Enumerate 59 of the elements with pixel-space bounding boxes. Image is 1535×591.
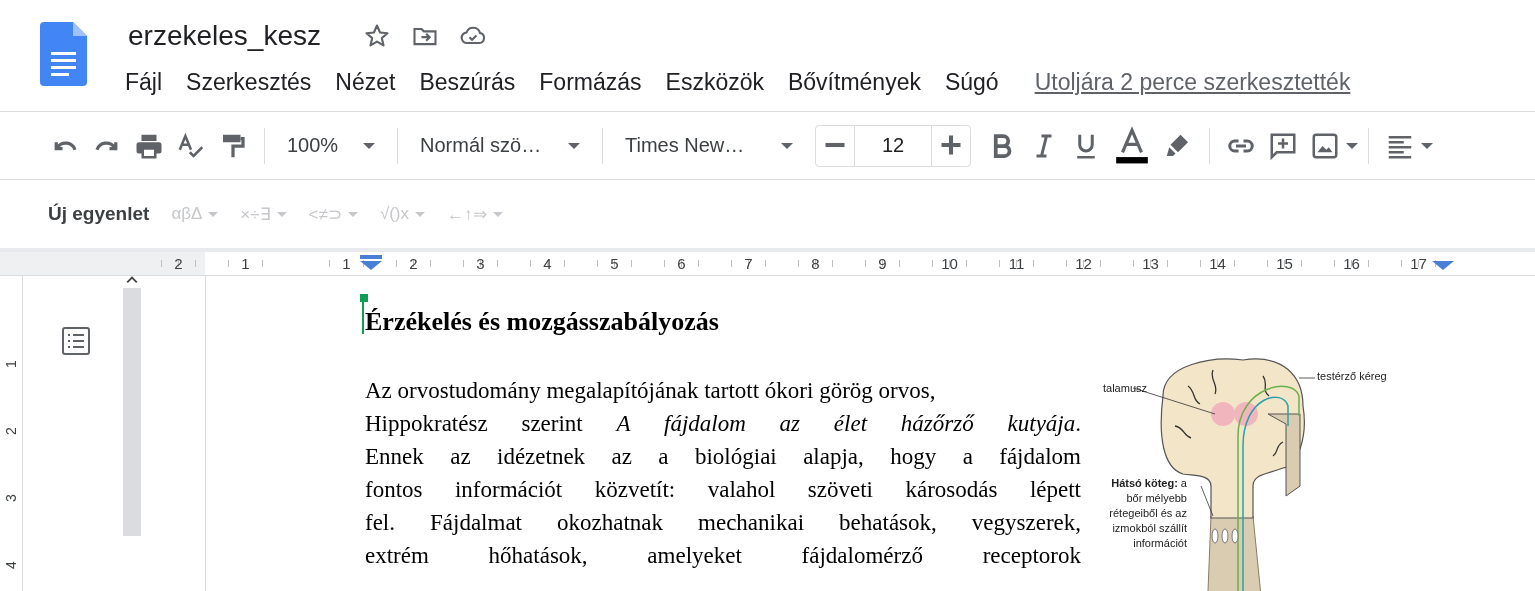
ruler-number: 1 xyxy=(2,360,20,368)
new-equation-button[interactable]: Új egyenlet xyxy=(48,203,150,225)
ruler-number: 4 xyxy=(2,561,20,569)
menu-item[interactable]: Eszközök xyxy=(665,69,764,96)
menu-item[interactable]: Nézet xyxy=(335,69,396,96)
caret-icon xyxy=(276,211,287,217)
ruler-number: 3 xyxy=(476,255,485,272)
font-dropdown[interactable]: Times New… xyxy=(613,125,805,166)
figure-label: Hátsó köteg: a bőr mélyebb rétegeiből és az izmokból szállít információt xyxy=(1108,476,1187,551)
last-edit-link[interactable]: Utoljára 2 perce szerkesztették xyxy=(1034,69,1351,96)
paragraph: Az orvostudomány megalapítójának tartott ókori görög orvos, Hippokratész szerint A fájdalom az élet házőrző kutyája. Ennek az idézetnek az a biológiai alapja, hogy a fájdalom fontos információt közvetít: valahol szöveti károsodás lépett fel. Fájdalmat okozhatnak mechanikai behatások, vegyszerek, extrém hőhatások, amelyeket fájdalomérző receptorok xyxy=(365,377,1081,570)
ruler-number: 1 xyxy=(342,255,351,272)
ruler-number: 2 xyxy=(174,255,183,272)
text-color-icon[interactable] xyxy=(1113,125,1151,166)
ruler-number: 8 xyxy=(811,255,820,272)
style-dropdown[interactable]: Normál szö… xyxy=(408,125,592,166)
menu-item[interactable]: Formázás xyxy=(539,69,642,96)
ruler-number: 16 xyxy=(1343,255,1360,272)
caret-icon xyxy=(415,211,426,217)
ruler-number: 4 xyxy=(543,255,552,272)
outline-icon[interactable] xyxy=(61,326,91,356)
zoom-dropdown[interactable]: 100% xyxy=(275,125,387,166)
menu-item[interactable]: Szerkesztés xyxy=(186,69,312,96)
ruler-number: 1 xyxy=(241,255,250,272)
scroll-up-icon[interactable] xyxy=(126,276,138,284)
document-heading: Érzékelés és mozgásszabályozás xyxy=(365,307,719,336)
menu-item[interactable]: Súgó xyxy=(944,69,999,96)
figure-label: testérző kéreg xyxy=(1317,370,1387,382)
caret-icon xyxy=(347,211,358,217)
ruler-number: 2 xyxy=(2,427,20,435)
ruler-number: 9 xyxy=(878,255,887,272)
figure-label: talamusz xyxy=(1103,382,1148,394)
ruler-number: 3 xyxy=(2,494,20,502)
docs-logo-icon[interactable] xyxy=(40,22,87,86)
scrollbar-thumb[interactable] xyxy=(123,288,141,536)
caret-icon[interactable] xyxy=(1346,142,1358,149)
menu-item[interactable]: Beszúrás xyxy=(419,69,516,96)
indent-marker-icon[interactable] xyxy=(360,255,382,270)
caret-icon[interactable] xyxy=(1421,142,1433,149)
ruler-number: 7 xyxy=(744,255,753,272)
ruler-number: 17 xyxy=(1410,255,1427,272)
ruler-number: 5 xyxy=(610,255,619,272)
ruler-number: 13 xyxy=(1142,255,1159,272)
star-icon[interactable] xyxy=(363,22,391,50)
ruler-number: 2 xyxy=(409,255,418,272)
caret-icon xyxy=(568,142,580,149)
caret-icon xyxy=(363,142,375,149)
caret-icon xyxy=(208,211,219,217)
caret-icon xyxy=(781,142,793,149)
ruler-number: 10 xyxy=(941,255,958,272)
document-title[interactable]: erzekeles_kesz xyxy=(128,20,321,52)
caret-icon xyxy=(492,211,503,217)
menu-item[interactable]: Fájl xyxy=(125,69,163,96)
ruler-number: 15 xyxy=(1276,255,1293,272)
ruler-number: 11 xyxy=(1008,255,1025,272)
ruler-number: 12 xyxy=(1075,255,1092,272)
ruler-number: 6 xyxy=(677,255,686,272)
menu-item[interactable]: Bővítmények xyxy=(788,69,921,96)
ruler-number: 14 xyxy=(1209,255,1226,272)
